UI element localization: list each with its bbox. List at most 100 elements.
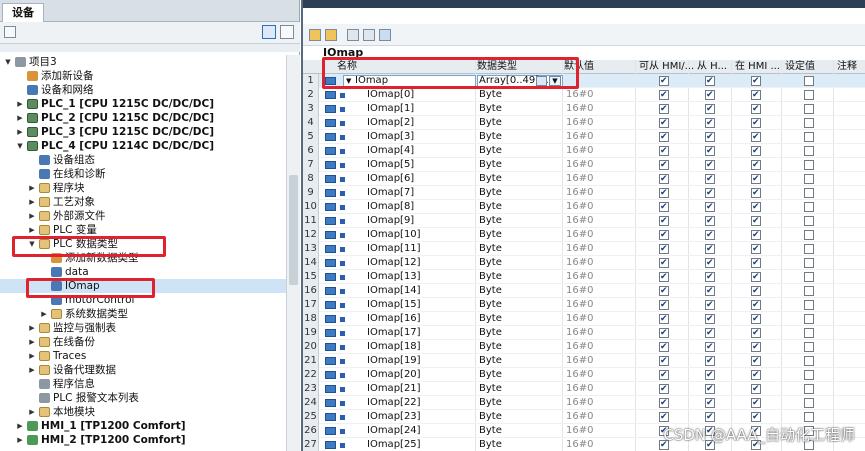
hmi-in-checkbox[interactable]: [751, 130, 761, 144]
row-type[interactable]: Byte: [479, 88, 502, 102]
row-name[interactable]: IOmap[18]: [367, 340, 421, 354]
row-default[interactable]: 16#0: [566, 102, 593, 116]
table-row[interactable]: 13 IOmap[11] Byte 16#0: [303, 242, 865, 256]
hmi-in-checkbox[interactable]: [751, 256, 761, 270]
tree-item[interactable]: ▶ 工艺对象: [0, 195, 286, 209]
setpoint-checkbox[interactable]: [804, 398, 814, 408]
setpoint-checkbox[interactable]: [804, 272, 814, 282]
hmi-in-checkbox[interactable]: [751, 172, 761, 186]
setpoint-checkbox[interactable]: [804, 384, 814, 394]
table-row[interactable]: 23 IOmap[21] Byte 16#0: [303, 382, 865, 396]
hmi-access-checkbox[interactable]: [659, 284, 669, 298]
setpoint-checkbox[interactable]: [804, 328, 814, 338]
row-name[interactable]: IOmap[4]: [367, 144, 414, 158]
row-type[interactable]: Byte: [479, 382, 502, 396]
hmi-from-checkbox[interactable]: [705, 354, 715, 368]
table-row[interactable]: 3 IOmap[1] Byte 16#0: [303, 102, 865, 116]
expand-all-icon[interactable]: [347, 29, 359, 41]
type-dropdown-icon[interactable]: ▼: [549, 76, 561, 86]
expand-arrow-icon[interactable]: ▶: [16, 111, 24, 125]
row-default[interactable]: 16#0: [566, 228, 593, 242]
hmi-access-checkbox[interactable]: [659, 172, 669, 186]
insert-row-icon[interactable]: [309, 29, 321, 41]
row-name[interactable]: IOmap[24]: [367, 424, 421, 438]
setpoint-checkbox[interactable]: [804, 76, 814, 86]
row-name[interactable]: IOmap[11]: [367, 242, 421, 256]
tree-item[interactable]: data: [0, 265, 286, 279]
row-name[interactable]: IOmap[8]: [367, 200, 414, 214]
row-type[interactable]: Byte: [479, 116, 502, 130]
hmi-access-checkbox[interactable]: [659, 312, 669, 326]
row-name[interactable]: IOmap[17]: [367, 326, 421, 340]
hmi-from-checkbox[interactable]: [705, 116, 715, 130]
expand-arrow-icon[interactable]: ▶: [28, 335, 36, 349]
hmi-access-checkbox[interactable]: [659, 270, 669, 284]
hmi-in-checkbox[interactable]: [751, 340, 761, 354]
setpoint-checkbox[interactable]: [804, 216, 814, 226]
hmi-from-checkbox[interactable]: [705, 382, 715, 396]
col-hmi-from-header[interactable]: 从 H...: [697, 60, 727, 74]
tree-item[interactable]: ▶ PLC_2 [CPU 1215C DC/DC/DC]: [0, 111, 286, 125]
table-row[interactable]: 20 IOmap[18] Byte 16#0: [303, 340, 865, 354]
tree-item[interactable]: ▶ 外部源文件: [0, 209, 286, 223]
hmi-in-checkbox[interactable]: [751, 382, 761, 396]
expand-arrow-icon[interactable]: ▶: [28, 405, 36, 419]
row-name[interactable]: IOmap: [355, 74, 388, 88]
hmi-in-checkbox[interactable]: [751, 74, 761, 88]
hmi-from-checkbox[interactable]: [705, 410, 715, 424]
hmi-access-checkbox[interactable]: [659, 340, 669, 354]
hmi-from-checkbox[interactable]: [705, 102, 715, 116]
hmi-from-checkbox[interactable]: [705, 130, 715, 144]
row-default[interactable]: 16#0: [566, 116, 593, 130]
tree-item[interactable]: 设备和网络: [0, 83, 286, 97]
tree-item[interactable]: ▶ 程序块: [0, 181, 286, 195]
row-name[interactable]: IOmap[6]: [367, 172, 414, 186]
tree-item[interactable]: 在线和诊断: [0, 167, 286, 181]
table-row[interactable]: 7 IOmap[5] Byte 16#0: [303, 158, 865, 172]
hmi-access-checkbox[interactable]: [659, 158, 669, 172]
grid-view-icon[interactable]: [280, 25, 294, 39]
tree-item[interactable]: IOmap: [0, 279, 286, 293]
row-default[interactable]: 16#0: [566, 326, 593, 340]
setpoint-checkbox[interactable]: [804, 244, 814, 254]
hmi-in-checkbox[interactable]: [751, 144, 761, 158]
hmi-from-checkbox[interactable]: [705, 396, 715, 410]
table-row[interactable]: 6 IOmap[4] Byte 16#0: [303, 144, 865, 158]
add-row-icon[interactable]: [325, 29, 337, 41]
hmi-from-checkbox[interactable]: [705, 270, 715, 284]
list-view-icon[interactable]: [379, 29, 391, 41]
row-name[interactable]: IOmap[0]: [367, 88, 414, 102]
row-name[interactable]: IOmap[13]: [367, 270, 421, 284]
row-name[interactable]: IOmap[21]: [367, 382, 421, 396]
expand-arrow-icon[interactable]: ▶: [28, 349, 36, 363]
expand-arrow-icon[interactable]: ▶: [28, 223, 36, 237]
expand-arrow-icon[interactable]: ▶: [40, 307, 48, 321]
row-default[interactable]: 16#0: [566, 130, 593, 144]
hmi-from-checkbox[interactable]: [705, 368, 715, 382]
hmi-access-checkbox[interactable]: [659, 396, 669, 410]
tree-item[interactable]: ▶ PLC 变量: [0, 223, 286, 237]
type-picker-icon[interactable]: [536, 76, 547, 86]
hmi-from-checkbox[interactable]: [705, 228, 715, 242]
hmi-access-checkbox[interactable]: [659, 368, 669, 382]
hmi-from-checkbox[interactable]: [705, 298, 715, 312]
row-name[interactable]: IOmap[25]: [367, 438, 421, 451]
expand-arrow-icon[interactable]: ▶: [16, 97, 24, 111]
expand-arrow-icon[interactable]: ▶: [16, 419, 24, 433]
row-default[interactable]: 16#0: [566, 382, 593, 396]
hmi-from-checkbox[interactable]: [705, 200, 715, 214]
hmi-in-checkbox[interactable]: [751, 158, 761, 172]
tree-item[interactable]: ▶ 监控与强制表: [0, 321, 286, 335]
row-name[interactable]: IOmap[19]: [367, 354, 421, 368]
row-type[interactable]: Byte: [479, 242, 502, 256]
hmi-in-checkbox[interactable]: [751, 368, 761, 382]
setpoint-checkbox[interactable]: [804, 370, 814, 380]
hmi-from-checkbox[interactable]: [705, 74, 715, 88]
col-hmi-in-header[interactable]: 在 HMI ...: [735, 60, 780, 74]
row-default[interactable]: 16#0: [566, 424, 593, 438]
table-row[interactable]: 21 IOmap[19] Byte 16#0: [303, 354, 865, 368]
col-comment-header[interactable]: 注释: [837, 60, 857, 74]
row-default[interactable]: 16#0: [566, 242, 593, 256]
row-type[interactable]: Byte: [479, 326, 502, 340]
table-row[interactable]: 25 IOmap[23] Byte 16#0: [303, 410, 865, 424]
